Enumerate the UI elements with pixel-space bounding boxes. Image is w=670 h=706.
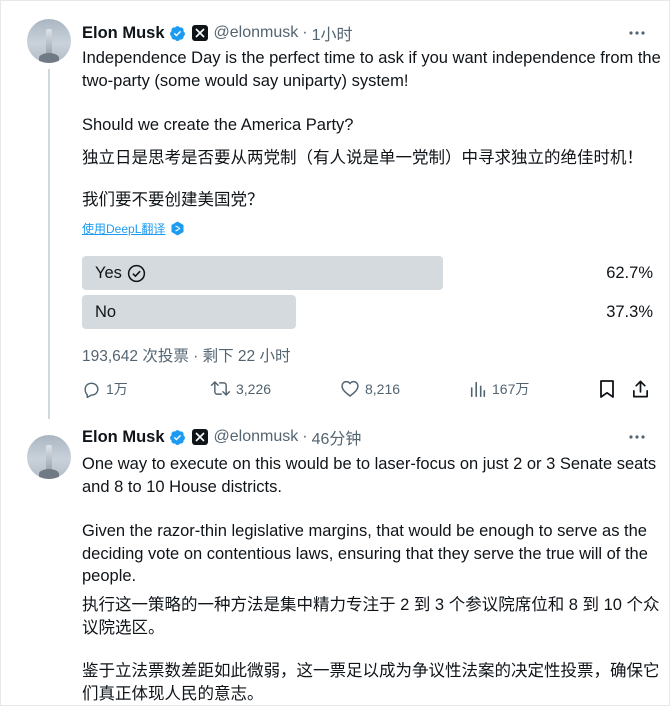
share-icon <box>632 380 649 398</box>
check-circle-icon <box>127 264 146 283</box>
translate-label[interactable]: 使用DeepL翻译 <box>82 220 165 237</box>
more-icon[interactable] <box>627 427 647 447</box>
author-handle[interactable]: @elonmusk <box>214 428 299 446</box>
verified-badge-icon <box>169 25 185 41</box>
poll-option-percent: 37.3% <box>606 303 653 321</box>
more-icon[interactable] <box>627 23 647 43</box>
poll-option-no[interactable]: No 37.3% <box>82 295 657 329</box>
timeline-frame: Elon Musk @elonmusk · 1小时 Independence D… <box>0 0 670 706</box>
x-logo-icon <box>191 25 208 41</box>
author-name[interactable]: Elon Musk <box>82 24 165 43</box>
reply-count: 1万 <box>106 381 128 397</box>
reply-icon <box>84 382 99 398</box>
verified-badge-icon <box>169 429 185 445</box>
thread-line <box>48 69 50 419</box>
tweet-text-en: One way to execute on this would be to l… <box>82 455 657 496</box>
deepl-icon <box>171 221 184 236</box>
author-handle[interactable]: @elonmusk <box>214 24 299 42</box>
tweet-actions: 1万 3,226 8,216 167万 <box>82 379 657 401</box>
avatar[interactable] <box>27 19 71 63</box>
tweet-text-en: Independence Day is the perfect time to … <box>82 49 661 90</box>
reply-button[interactable]: 1万 <box>82 379 128 399</box>
view-count: 167万 <box>492 381 530 397</box>
poll-option-percent: 62.7% <box>606 264 653 282</box>
author-name[interactable]: Elon Musk <box>82 428 165 447</box>
tweet-header: Elon Musk @elonmusk · 1小时 <box>82 21 353 45</box>
bookmark-button[interactable] <box>598 379 621 399</box>
poll-option-text: No <box>95 303 117 321</box>
tweet[interactable]: Elon Musk @elonmusk · 1小时 Independence D… <box>1 1 670 419</box>
repost-button[interactable]: 3,226 <box>210 379 271 398</box>
tweet-text-zh: 独立日是思考是否要从两党制（有人说是单一党制）中寻求独立的绝佳时机！ <box>82 149 643 167</box>
avatar[interactable] <box>27 435 71 479</box>
translate-link[interactable]: 使用DeepL翻译 <box>82 220 184 237</box>
poll-option-text: Yes <box>95 264 122 282</box>
x-logo-icon <box>191 429 208 445</box>
tweet-text-en-question: Should we create the America Party? <box>82 116 354 134</box>
tweet-time[interactable]: 46分钟 <box>312 425 362 449</box>
like-icon <box>341 380 359 397</box>
poll-option-yes[interactable]: Yes 62.7% <box>82 256 657 290</box>
views-icon <box>470 381 486 398</box>
poll-option-label: Yes <box>95 264 146 283</box>
like-count: 8,216 <box>365 380 401 397</box>
repost-count: 3,226 <box>236 380 272 397</box>
separator-dot: · <box>302 24 308 41</box>
tweet[interactable]: Elon Musk @elonmusk · 46分钟 One way to ex… <box>1 419 670 706</box>
tweet-text-en-2: Given the razor-thin legislative margins… <box>82 522 648 585</box>
repost-icon <box>210 381 231 396</box>
poll-meta: 193,642 次投票 · 剩下 22 小时 <box>82 348 291 365</box>
tweet-header: Elon Musk @elonmusk · 46分钟 <box>82 425 362 449</box>
like-button[interactable]: 8,216 <box>340 379 400 398</box>
tweet-time[interactable]: 1小时 <box>312 21 353 45</box>
separator-dot: · <box>302 428 308 445</box>
tweet-text-zh-2: 鉴于立法票数差距如此微弱，这一票足以成为争议性法案的决定性投票，确保它们真正体现… <box>82 662 660 703</box>
poll-option-label: No <box>95 303 116 322</box>
tweet-text-zh-question: 我们要不要创建美国党？ <box>82 191 264 209</box>
views-button[interactable]: 167万 <box>469 379 529 399</box>
tweet-text-zh: 执行这一策略的一种方法是集中精力专注于 2 到 3 个参议院席位和 8 到 10… <box>82 596 660 637</box>
share-button[interactable] <box>631 379 655 399</box>
bookmark-icon <box>600 380 614 398</box>
